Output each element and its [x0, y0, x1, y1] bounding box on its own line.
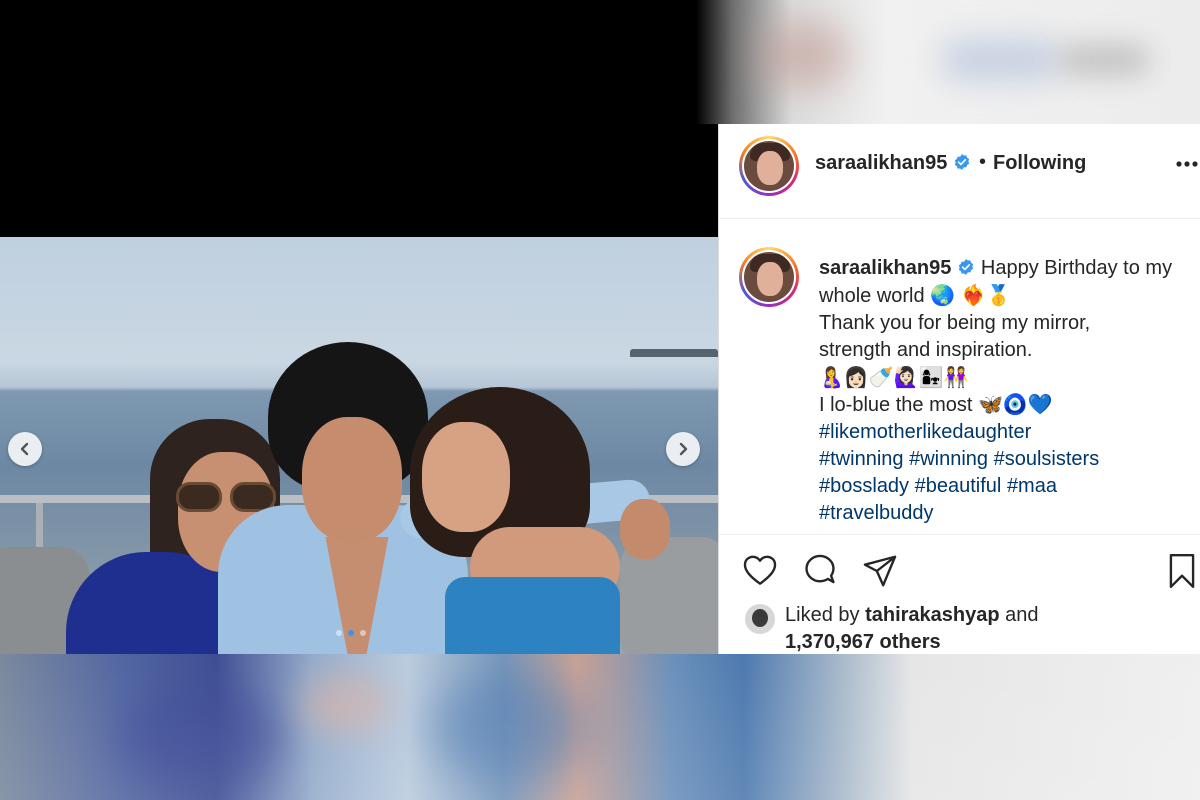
- post-header: saraalikhan95 • Following: [719, 124, 1200, 219]
- caption-username[interactable]: saraalikhan95: [819, 257, 951, 279]
- caption-emoji: 🦋🧿💙: [977, 392, 1053, 416]
- avatar-ring-inner: [742, 139, 796, 193]
- hashtag-link[interactable]: #travelbuddy: [819, 502, 934, 524]
- caption-line: #twinning #winning #soulsisters: [819, 446, 1199, 473]
- avatar-ring-inner: [742, 250, 796, 304]
- heart-icon[interactable]: [741, 552, 779, 590]
- avatar-image: [744, 252, 794, 302]
- backdrop-blob: [120, 684, 280, 794]
- header-separator: •: [979, 151, 987, 173]
- author-avatar[interactable]: [739, 136, 799, 196]
- backdrop-blob: [430, 674, 590, 784]
- verified-badge-icon: [955, 154, 970, 170]
- hashtag-link[interactable]: #likemotherlikedaughter: [819, 421, 1031, 443]
- likes-and: and: [1005, 604, 1039, 626]
- caption-emoji: 🤱👩🏻🍼🙋🏻‍♀️👩‍👧👭: [819, 365, 969, 389]
- hashtag-link[interactable]: #bosslady: [819, 475, 909, 497]
- caption-author-avatar[interactable]: [739, 247, 799, 307]
- photo-person-3-dress: [445, 577, 620, 654]
- blurred-backdrop-bottom: [0, 654, 1200, 800]
- likes-text: Liked by tahirakashyap and 1,370,967 oth…: [785, 602, 1039, 654]
- hashtag-link[interactable]: #soulsisters: [994, 448, 1100, 470]
- backdrop-blob: [940, 40, 1060, 80]
- comment-icon[interactable]: [801, 552, 839, 590]
- carousel-dot: [336, 630, 342, 636]
- hashtag-link[interactable]: #winning: [909, 448, 988, 470]
- post-photo[interactable]: [0, 237, 718, 654]
- caption-text-3: Thank you for being my mirror,: [819, 312, 1091, 334]
- likes-prefix: Liked by: [785, 604, 860, 626]
- photo-person-2-hand: [620, 499, 670, 559]
- author-username-link[interactable]: saraalikhan95: [815, 152, 971, 175]
- avatar-face: [757, 151, 783, 185]
- caption-line: #bosslady #beautiful #maa: [819, 473, 1199, 500]
- caption-line: I lo-blue the most 🦋🧿💙: [819, 391, 1199, 419]
- bookmark-icon[interactable]: [1163, 552, 1200, 590]
- carousel-prev-button[interactable]: [8, 432, 42, 466]
- post-caption: saraalikhan95 Happy Birthday to my whole…: [719, 219, 1200, 535]
- liker-avatar[interactable]: [745, 604, 775, 634]
- backdrop-blob: [300, 674, 390, 734]
- caption-line: #likemotherlikedaughter: [819, 419, 1199, 446]
- avatar-face: [757, 262, 783, 296]
- caption-text-6: I lo-blue the most: [819, 394, 973, 416]
- more-options-icon[interactable]: [1171, 154, 1200, 174]
- carousel-dot: [348, 630, 354, 636]
- blurred-backdrop-top: [0, 0, 1200, 124]
- photo-person-2-face: [302, 417, 402, 542]
- hashtag-link[interactable]: #beautiful: [915, 475, 1002, 497]
- following-button[interactable]: Following: [993, 152, 1086, 175]
- photo-person-3-face: [422, 422, 510, 532]
- caption-line: saraalikhan95 Happy Birthday to my: [819, 255, 1199, 282]
- avatar-image: [744, 141, 794, 191]
- chevron-left-icon: [20, 442, 29, 456]
- caption-text-2: whole world: [819, 285, 925, 307]
- backdrop-blob: [1060, 45, 1150, 75]
- caption-text-1: Happy Birthday to my: [980, 257, 1173, 279]
- backdrop-blob: [760, 20, 850, 90]
- chevron-right-icon: [679, 442, 688, 456]
- carousel-indicator: [336, 630, 366, 636]
- caption-emoji: 🌏 ❤️‍🔥🥇: [930, 283, 1012, 307]
- liker-username[interactable]: tahirakashyap: [865, 604, 1000, 626]
- verified-badge-icon: [959, 259, 974, 275]
- caption-text: saraalikhan95 Happy Birthday to my whole…: [819, 255, 1199, 527]
- hashtag-link[interactable]: #maa: [1007, 475, 1057, 497]
- post-actions: [719, 536, 1200, 596]
- carousel-next-button[interactable]: [666, 432, 700, 466]
- photo-letterbox: [0, 124, 718, 237]
- photo-horizon: [630, 349, 718, 357]
- hashtag-link[interactable]: #twinning: [819, 448, 904, 470]
- post-side-panel: saraalikhan95 • Following saraalikhan95 …: [718, 124, 1200, 654]
- caption-text-4: strength and inspiration.: [819, 339, 1033, 361]
- caption-line: whole world 🌏 ❤️‍🔥🥇: [819, 282, 1199, 310]
- carousel-dot: [360, 630, 366, 636]
- send-icon[interactable]: [861, 552, 899, 590]
- caption-line: #travelbuddy: [819, 500, 1199, 527]
- author-username[interactable]: saraalikhan95: [815, 152, 947, 174]
- likes-count-link[interactable]: 1,370,967 others: [785, 631, 941, 653]
